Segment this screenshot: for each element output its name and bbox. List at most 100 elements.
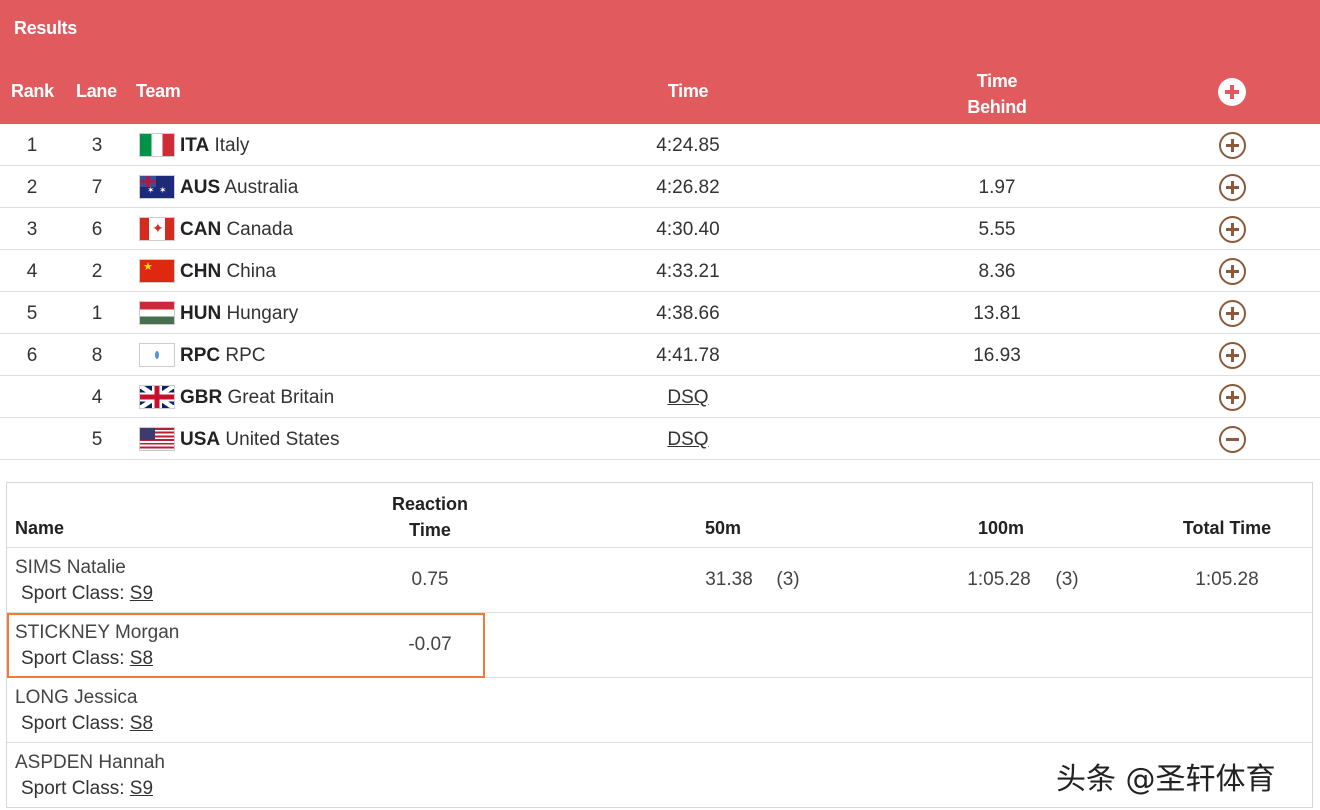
italy-flag-icon bbox=[139, 133, 175, 157]
time-behind-cell: 16.93 bbox=[973, 345, 1021, 366]
team-code: GBR bbox=[180, 387, 223, 408]
team-cell: GBR Great Britain bbox=[180, 387, 334, 409]
column-header-team: Team bbox=[136, 81, 181, 101]
expand-plus-icon[interactable] bbox=[1219, 300, 1246, 327]
split-100m-rank: (3) bbox=[1055, 569, 1079, 590]
team-country: Australia bbox=[224, 177, 299, 198]
australia-flag-icon bbox=[139, 175, 175, 199]
expand-plus-icon[interactable] bbox=[1219, 342, 1246, 369]
splits-header-reaction-time: Reaction Time bbox=[391, 494, 469, 540]
team-code: CHN bbox=[180, 261, 222, 282]
result-row[interactable]: 6 8 RPC RPC 4:41.78 16.93 bbox=[0, 334, 1320, 376]
team-cell: HUN Hungary bbox=[180, 303, 298, 325]
lane-cell: 5 bbox=[91, 429, 103, 450]
athlete-name: ASPDEN Hannah bbox=[15, 752, 165, 773]
team-code: HUN bbox=[180, 303, 222, 324]
athlete-row: LONG Jessica Sport Class: S8 bbox=[7, 678, 1312, 743]
athlete-name: LONG Jessica bbox=[15, 687, 138, 708]
result-row[interactable]: 4 2 CHN China 4:33.21 8.36 bbox=[0, 250, 1320, 292]
time-behind-cell: 5.55 bbox=[978, 219, 1016, 240]
splits-header-name: Name bbox=[15, 518, 65, 538]
team-cell: ITA Italy bbox=[180, 135, 249, 157]
team-country: Italy bbox=[214, 135, 250, 156]
expand-plus-icon[interactable] bbox=[1219, 258, 1246, 285]
split-50m-cell: 31.38 bbox=[705, 569, 753, 590]
result-row[interactable]: 3 6 CAN Canada 4:30.40 5.55 bbox=[0, 208, 1320, 250]
result-row[interactable]: 1 3 ITA Italy 4:24.85 bbox=[0, 124, 1320, 166]
time-behind-cell: 8.36 bbox=[978, 261, 1016, 282]
lane-cell: 1 bbox=[91, 303, 103, 324]
expand-plus-icon[interactable] bbox=[1219, 384, 1246, 411]
team-code: CAN bbox=[180, 219, 222, 240]
splits-header-100m: 100m bbox=[977, 518, 1025, 538]
time-cell: 4:33.21 bbox=[656, 261, 720, 282]
time-cell: 4:41.78 bbox=[656, 345, 720, 366]
team-code: USA bbox=[180, 429, 221, 450]
collapse-minus-icon[interactable] bbox=[1219, 426, 1246, 453]
column-header-rank: Rank bbox=[11, 81, 54, 101]
rank-cell: 6 bbox=[26, 345, 38, 366]
lane-cell: 4 bbox=[91, 387, 103, 408]
lane-cell: 8 bbox=[91, 345, 103, 366]
rank-cell: 1 bbox=[26, 135, 38, 156]
results-header: Results Rank Lane Team Time Time Behind bbox=[0, 0, 1320, 124]
rank-cell: 2 bbox=[26, 177, 38, 198]
team-cell: USA United States bbox=[180, 429, 339, 451]
team-country: United States bbox=[225, 429, 340, 450]
result-row[interactable]: 5 1 HUN Hungary 4:38.66 13.81 bbox=[0, 292, 1320, 334]
watermark: 头条 @圣轩体育 bbox=[1056, 762, 1276, 797]
results-title: Results bbox=[14, 18, 77, 38]
time-behind-cell: 13.81 bbox=[973, 303, 1021, 324]
expand-plus-icon[interactable] bbox=[1219, 216, 1246, 243]
sport-class-label: Sport Class: bbox=[21, 583, 125, 604]
splits-header-50m: 50m bbox=[704, 518, 742, 538]
reaction-time-cell: 0.75 bbox=[411, 569, 449, 590]
result-row[interactable]: 5 USA United States DSQ bbox=[0, 418, 1320, 460]
sport-class: Sport Class: S8 bbox=[21, 713, 153, 735]
time-behind-cell: 1.97 bbox=[978, 177, 1016, 198]
lane-cell: 3 bbox=[91, 135, 103, 156]
highlight-box bbox=[7, 613, 485, 678]
split-100m-cell: 1:05.28 bbox=[967, 569, 1031, 590]
time-cell: 4:24.85 bbox=[656, 135, 720, 156]
sport-class-label: Sport Class: bbox=[21, 778, 125, 799]
time-cell: 4:30.40 bbox=[656, 219, 720, 240]
team-country: China bbox=[226, 261, 277, 282]
rank-cell: 5 bbox=[26, 303, 38, 324]
rpc-flag-icon bbox=[139, 343, 175, 367]
sport-class: Sport Class: S9 bbox=[21, 778, 153, 800]
dsq-link[interactable]: DSQ bbox=[628, 429, 748, 451]
china-flag-icon bbox=[139, 259, 175, 283]
dsq-link[interactable]: DSQ bbox=[628, 387, 748, 409]
sport-class: Sport Class: S9 bbox=[21, 583, 153, 605]
sport-class-link[interactable]: S9 bbox=[130, 583, 153, 604]
athlete-name: SIMS Natalie bbox=[15, 557, 126, 578]
hungary-flag-icon bbox=[139, 301, 175, 325]
sport-class-link[interactable]: S9 bbox=[130, 778, 153, 799]
sport-class-link[interactable]: S8 bbox=[130, 713, 153, 734]
time-cell: 4:38.66 bbox=[656, 303, 720, 324]
time-cell: 4:26.82 bbox=[656, 177, 720, 198]
team-cell: AUS Australia bbox=[180, 177, 298, 199]
lane-cell: 6 bbox=[91, 219, 103, 240]
expand-all-plus-icon[interactable] bbox=[1218, 78, 1246, 106]
result-row[interactable]: 2 7 AUS Australia 4:26.82 1.97 bbox=[0, 166, 1320, 208]
column-header-time: Time bbox=[667, 81, 709, 101]
team-country: Great Britain bbox=[227, 387, 335, 408]
split-50m-rank: (3) bbox=[776, 569, 800, 590]
lane-cell: 2 bbox=[91, 261, 103, 282]
team-code: ITA bbox=[180, 135, 210, 156]
expand-plus-icon[interactable] bbox=[1219, 174, 1246, 201]
usa-flag-icon bbox=[139, 427, 175, 451]
canada-flag-icon bbox=[139, 217, 175, 241]
expand-plus-icon[interactable] bbox=[1219, 132, 1246, 159]
splits-header-total-time: Total Time bbox=[1182, 518, 1272, 538]
team-code: RPC bbox=[180, 345, 221, 366]
team-country: RPC bbox=[225, 345, 266, 366]
column-header-lane: Lane bbox=[76, 81, 117, 101]
team-cell: CAN Canada bbox=[180, 219, 293, 241]
result-row[interactable]: 4 GBR Great Britain DSQ bbox=[0, 376, 1320, 418]
team-code: AUS bbox=[180, 177, 221, 198]
lane-cell: 7 bbox=[91, 177, 103, 198]
gbr-flag-icon bbox=[139, 385, 175, 409]
